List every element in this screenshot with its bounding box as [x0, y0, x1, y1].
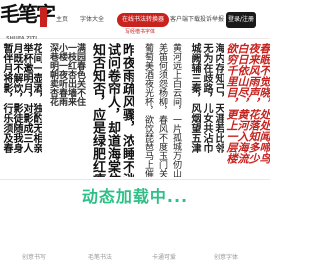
tab-creative-fonts[interactable]: 创意字体 — [214, 252, 238, 261]
calligraphy-preview-area: 春眠不觉晓，处处闻啼鸟 夜来风雨声，花落知多少 白日依山尽，黄河入海流 欲穷千里… — [0, 39, 270, 179]
calligraphy-column: 葡萄美酒夜光杯，欲饮琵琶马上催 — [143, 43, 153, 177]
seal-icon — [40, 7, 47, 27]
calligraphy-column: 深巷明朝卖杏花 — [48, 43, 58, 106]
nav-download[interactable]: 客户端下载 — [170, 13, 200, 27]
loading-indicator: 动态加载中... — [81, 187, 189, 206]
nav-converter[interactable]: 在线书法转换器 — [117, 13, 170, 27]
calligraphy-column: 暂伴月将影，行乐须及春 — [1, 43, 12, 153]
login-button[interactable]: 登录/注册 — [226, 12, 256, 28]
calligraphy-column: 黄河远上白云间，一片孤城万仞山 — [171, 43, 181, 177]
calligraphy-column: 羌笛何须怨杨柳，春风不度玉门关 — [157, 43, 167, 177]
nav-fonts[interactable]: 字体大全 — [80, 13, 104, 27]
calligraphy-block: 满园春色关不住 一枝红杏出墙来 小楼一夜听春雨 深巷明朝卖杏花 — [44, 41, 86, 177]
tab-creative-writing[interactable]: 创意书写 — [22, 252, 46, 261]
calligraphy-block: 春眠不觉晓，处处闻啼鸟 夜来风雨声，花落知多少 白日依山尽，黄河入海流 欲穷千里… — [226, 41, 270, 177]
calligraphy-column: 海内存知己，天涯若比邻 — [213, 43, 224, 153]
calligraphy-block: 黄河远上白云间，一片孤城万仞山 羌笛何须怨杨柳，春风不度玉门关 葡萄美酒夜光杯，… — [138, 41, 182, 177]
nav-home[interactable]: 主页 — [56, 13, 68, 27]
calligraphy-column: 知否知否，应是绿肥红瘦 — [90, 43, 105, 177]
site-header: 毛笔字 SHUFA ZITI 主页 字体大全 在线书法转换器 客户端下载 投诉举… — [0, 0, 270, 42]
calligraphy-block: 昨夜雨疏风骤，浓睡不消残酒 试问卷帘人，却道海棠依旧 知否知否，应是绿肥红瘦 — [88, 41, 134, 177]
tab-brush-calligraphy[interactable]: 毛笔书法 — [88, 252, 112, 261]
calligraphy-column: 欲穷千里目，更上一层楼 — [226, 43, 238, 164]
calligraphy-column: 试问卷帘人，却道海棠依旧 — [105, 43, 120, 177]
active-sub-label: 写经楷书字体 — [125, 29, 156, 35]
nav-report[interactable]: 投诉举报 — [200, 13, 224, 27]
category-tabs: 创意书写 毛笔书法 卡通可爱 创意字体 — [0, 250, 270, 265]
calligraphy-block: 花间一壶酒，独酌无相亲 举杯邀明月，对影成三人 月既不解饮，影徒随我身 暂伴月将… — [0, 41, 42, 177]
tab-cartoon-cute[interactable]: 卡通可爱 — [152, 252, 176, 261]
divider — [0, 179, 270, 180]
calligraphy-column: 城阙辅三秦，风烟望五津 — [189, 43, 200, 153]
calligraphy-column: 无为在歧路，儿女共沾巾 — [201, 43, 212, 153]
site-logo[interactable]: 毛笔字 SHUFA ZITI — [0, 2, 56, 42]
calligraphy-column: 昨夜雨疏风骤，浓睡不消残酒 — [120, 43, 134, 177]
calligraphy-block: 海内存知己，天涯若比邻 无为在歧路，儿女共沾巾 城阙辅三秦，风烟望五津 — [186, 41, 224, 177]
